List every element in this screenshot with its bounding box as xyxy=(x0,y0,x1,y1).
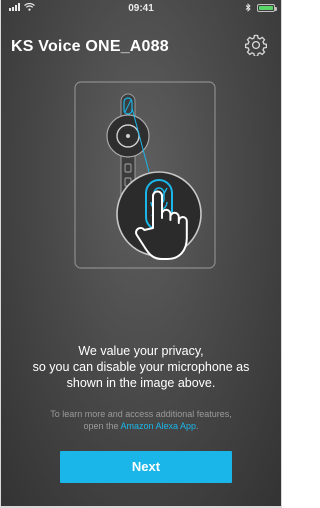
device-title: KS Voice ONE_A088 xyxy=(11,38,169,55)
alexa-info-suffix: . xyxy=(196,421,199,431)
alexa-info-prefix: open the xyxy=(83,421,121,431)
battery-icon xyxy=(257,3,277,12)
bluetooth-icon xyxy=(245,3,251,12)
privacy-message-line: so you can disable your microphone as xyxy=(32,360,250,374)
privacy-message-line: We value your privacy, xyxy=(78,344,204,358)
status-bar: 09:41 xyxy=(1,0,281,18)
alexa-info: To learn more and access additional feat… xyxy=(5,408,277,432)
mute-illustration xyxy=(74,81,216,269)
status-time: 09:41 xyxy=(128,3,154,14)
alexa-app-link[interactable]: Amazon Alexa App xyxy=(120,421,196,431)
next-button[interactable]: Next xyxy=(60,451,232,483)
screen: 09:41 KS Voice ONE_A088 We value your pr… xyxy=(0,0,282,508)
battery-level xyxy=(259,5,273,10)
privacy-message: We value your privacy, so you can disabl… xyxy=(9,343,273,391)
privacy-message-line: shown in the image above. xyxy=(66,376,216,390)
status-right xyxy=(245,3,277,12)
settings-gear-icon[interactable] xyxy=(245,34,267,56)
alexa-info-line: To learn more and access additional feat… xyxy=(50,409,232,419)
alexa-info-line: open the Amazon Alexa App. xyxy=(5,420,277,432)
